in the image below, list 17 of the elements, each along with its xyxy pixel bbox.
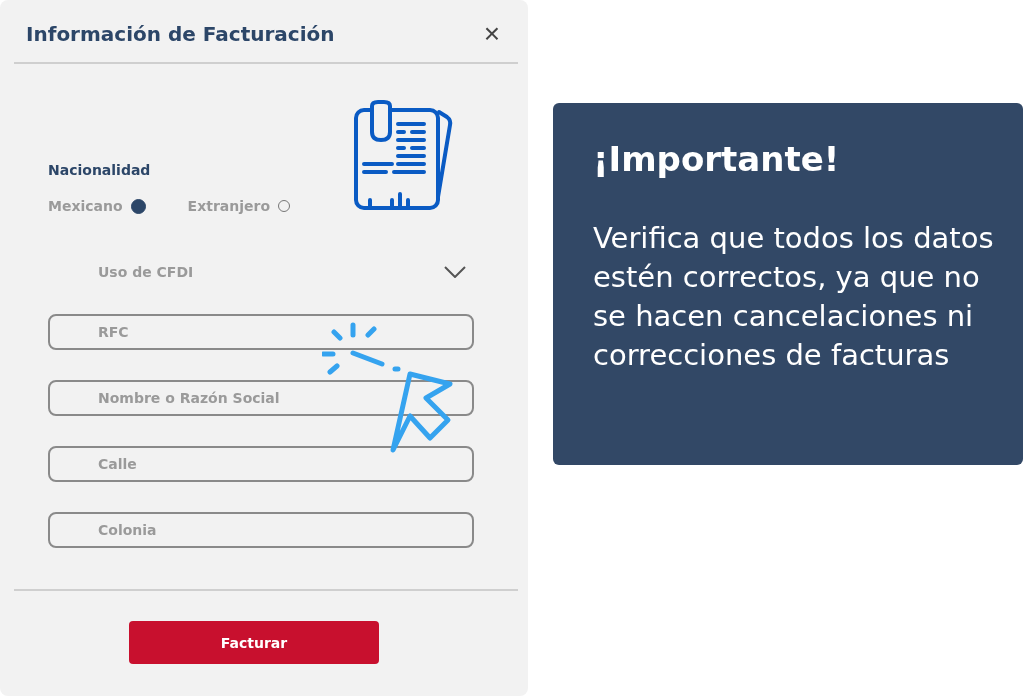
radio-option[interactable]: Extranjero (187, 198, 290, 214)
input-field[interactable]: RFC (48, 314, 474, 350)
input-field[interactable]: Colonia (48, 512, 474, 548)
submit-button[interactable]: Facturar (129, 621, 379, 664)
radio-option[interactable]: Mexicano (48, 198, 146, 214)
document-icon (354, 100, 454, 212)
nationality-label: Nacionalidad (48, 162, 152, 178)
cfdi-dropdown[interactable]: Uso de CFDI (98, 264, 466, 280)
close-button[interactable]: × (483, 20, 500, 48)
input-field[interactable]: Calle (48, 446, 474, 482)
dialog-title: Información de Facturación (26, 22, 335, 46)
input-field[interactable]: Nombre o Razón Social (48, 380, 474, 416)
notice-title: ¡Importante! (593, 139, 841, 179)
click-cursor-icon (322, 322, 454, 456)
chevron-down-icon (444, 266, 466, 278)
notice-text: Verifica que todos los datos estén correctos, ya que no se hacen cancelaciones ni correcciones de facturas (593, 220, 995, 374)
radio-button[interactable] (130, 198, 146, 214)
